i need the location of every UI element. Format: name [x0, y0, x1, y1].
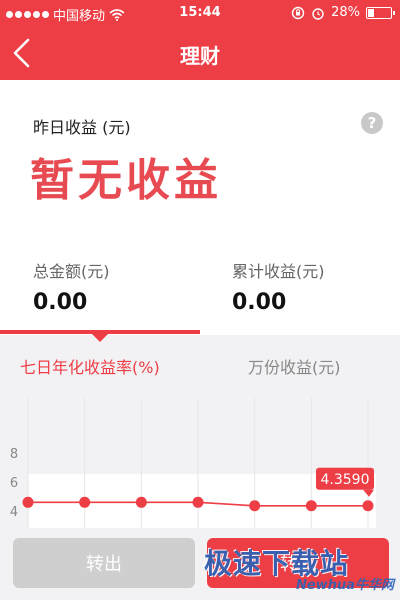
svg-text:4.3590: 4.3590	[321, 472, 370, 488]
page-title: 理财	[180, 44, 220, 68]
data-point	[362, 500, 374, 512]
cumulative-earnings-label: 累计收益(元)	[232, 262, 325, 281]
yesterday-earnings-label: 昨日收益 (元)	[33, 118, 131, 137]
status-bar-right: 28%	[291, 5, 395, 20]
no-earnings-text: 暂无收益	[30, 155, 222, 206]
yield-chart: 8 6 4 4.3590	[10, 398, 376, 530]
transfer-out-button[interactable]: 转出	[13, 538, 195, 588]
rotation-lock-icon	[291, 6, 305, 19]
y-tick-label: 4	[10, 505, 18, 520]
watermark-subtext: Newhua牛华网	[296, 578, 394, 593]
status-bar: 中国移动 15:44 28%	[0, 0, 400, 26]
earnings-card: 昨日收益 (元) ? 暂无收益 总金额(元) 0.00 累计收益(元) 0.00	[0, 80, 400, 335]
total-amount: 总金额(元) 0.00	[33, 258, 110, 315]
total-amount-value: 0.00	[33, 290, 88, 315]
data-point	[79, 496, 91, 508]
battery-icon	[366, 6, 395, 19]
battery-percent: 28%	[331, 5, 360, 20]
nav-bar: 理财	[0, 26, 400, 80]
tab-indicator-row	[0, 330, 400, 335]
y-tick-label: 8	[10, 447, 18, 462]
alarm-icon	[312, 7, 324, 20]
data-point	[22, 496, 34, 508]
data-point	[249, 500, 261, 512]
battery-level	[368, 8, 375, 17]
data-point	[135, 496, 147, 508]
data-point	[305, 500, 317, 512]
tab-per-ten-thousand[interactable]: 万份收益(元)	[248, 354, 341, 378]
tab-caret-icon	[92, 334, 108, 342]
data-point	[192, 496, 204, 508]
y-tick-label: 6	[10, 476, 18, 491]
question-icon[interactable]: ?	[361, 112, 383, 134]
cumulative-earnings-value: 0.00	[232, 290, 287, 315]
tab-seven-day-yield[interactable]: 七日年化收益率(%)	[20, 354, 160, 378]
cumulative-earnings: 累计收益(元) 0.00	[232, 258, 325, 315]
total-amount-label: 总金额(元)	[33, 262, 110, 281]
